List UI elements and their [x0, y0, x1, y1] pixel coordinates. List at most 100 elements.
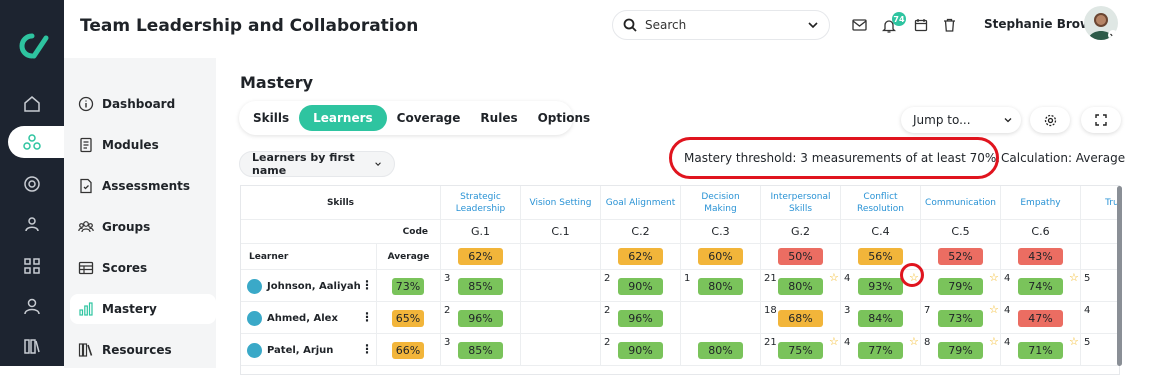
code-header: Code	[241, 220, 441, 244]
sidebar-item-mastery[interactable]: Mastery	[70, 294, 216, 324]
mastery-cell[interactable]	[521, 270, 601, 302]
skill-average-pill: 56%	[858, 248, 903, 265]
tab-learners[interactable]: Learners	[299, 105, 387, 131]
sidebar-item-resources[interactable]: Resources	[78, 335, 212, 365]
mastery-pill: 90%	[618, 278, 663, 295]
avatar-chevron-icon[interactable]	[1108, 30, 1118, 40]
tab-coverage[interactable]: Coverage	[387, 105, 471, 131]
measurement-count: 3	[844, 305, 851, 316]
skill-code: C.5	[921, 220, 1001, 244]
users-icon[interactable]	[20, 212, 44, 236]
user-icon[interactable]	[20, 294, 44, 318]
learner-name-text: Johnson, Aaliyah	[267, 281, 361, 292]
search-input[interactable]: Search	[612, 10, 830, 40]
grid-icon[interactable]	[20, 254, 44, 278]
user-name[interactable]: Stephanie Brown	[984, 17, 1100, 31]
row-menu-icon[interactable]: ⋮	[361, 310, 373, 324]
skill-header[interactable]: Decision Making	[681, 186, 761, 220]
jump-to-select[interactable]: Jump to...	[901, 107, 1021, 133]
star-icon: ☆	[829, 271, 839, 284]
measurement-count: 4	[844, 337, 851, 348]
calendar-icon[interactable]	[912, 16, 930, 34]
trash-icon[interactable]	[940, 16, 958, 34]
scrollbar[interactable]	[1117, 186, 1122, 366]
learner-sort-label: Learners by first name	[252, 151, 355, 177]
measurement-count: 1	[684, 273, 691, 284]
skill-code: G.2	[761, 220, 841, 244]
expand-icon	[1095, 114, 1107, 126]
fullscreen-button[interactable]	[1081, 107, 1121, 133]
chevron-down-icon[interactable]	[807, 19, 819, 31]
mastery-pill: 79%	[938, 342, 983, 359]
learner-avatar	[247, 343, 262, 358]
tab-rules[interactable]: Rules	[470, 105, 527, 131]
learner-name[interactable]: Johnson, Aaliyah	[247, 279, 361, 294]
mastery-pill: 71%	[1018, 342, 1063, 359]
star-icon: ☆	[1069, 271, 1079, 284]
skill-average-pill: 52%	[938, 248, 983, 265]
sidebar-item-dashboard[interactable]: Dashboard	[78, 89, 212, 119]
mastery-pill: 47%	[1018, 310, 1063, 327]
sidebar-item-groups[interactable]: Groups	[78, 212, 212, 242]
tab-bar: Skills Learners Coverage Rules Options	[239, 101, 590, 135]
row-menu-icon[interactable]: ⋮	[361, 342, 373, 356]
skill-header[interactable]: Strategic Leadership	[441, 186, 521, 220]
skill-header[interactable]: Goal Alignment	[601, 186, 681, 220]
skill-code: C.4	[841, 220, 921, 244]
measurement-count: 4	[844, 273, 851, 284]
mastery-pill: 96%	[458, 310, 503, 327]
skill-code: G.1	[441, 220, 521, 244]
learner-name[interactable]: Patel, Arjun	[247, 343, 333, 358]
skill-header[interactable]: Vision Setting	[521, 186, 601, 220]
sidebar-item-assessments[interactable]: Assessments	[78, 171, 212, 201]
tab-skills[interactable]: Skills	[243, 105, 299, 131]
skill-code: C.2	[601, 220, 681, 244]
mastery-pill: 74%	[1018, 278, 1063, 295]
mastery-pill: 80%	[698, 342, 743, 359]
learner-name[interactable]: Ahmed, Alex	[247, 311, 338, 326]
mastery-cell[interactable]	[521, 302, 601, 334]
skills-header: Skills	[241, 186, 441, 220]
app-logo[interactable]	[12, 30, 52, 62]
sidebar-item-modules[interactable]: Modules	[78, 130, 212, 160]
skill-average-cell	[521, 244, 601, 270]
home-icon[interactable]	[20, 92, 44, 116]
average-header: Average	[377, 244, 441, 270]
sidebar-item-label: Dashboard	[102, 97, 176, 111]
skill-code: C	[1081, 220, 1119, 244]
skill-header[interactable]: Conflict Resolution	[841, 186, 921, 220]
measurement-count: 4	[1004, 273, 1011, 284]
mastery-pill: 85%	[458, 278, 503, 295]
mastery-pill: 75%	[778, 342, 823, 359]
skill-header[interactable]: Trust B	[1081, 186, 1119, 220]
measurement-count: 18	[764, 305, 777, 316]
skill-header[interactable]: Empathy	[1001, 186, 1081, 220]
skill-header[interactable]: Interpersonal Skills	[761, 186, 841, 220]
target-icon[interactable]	[20, 172, 44, 196]
mail-icon[interactable]	[850, 16, 868, 34]
skill-header[interactable]: Communication	[921, 186, 1001, 220]
row-menu-icon[interactable]: ⋮	[361, 278, 373, 292]
mastery-cell[interactable]	[521, 334, 601, 366]
settings-button[interactable]	[1030, 107, 1070, 133]
skill-average-cell	[1081, 244, 1119, 270]
library-icon[interactable]	[20, 334, 44, 358]
measurement-count: 7	[924, 305, 931, 316]
learner-name-text: Ahmed, Alex	[267, 313, 338, 324]
sidebar-item-label: Resources	[102, 343, 172, 357]
learner-avatar	[247, 311, 262, 326]
measurement-count: 2	[444, 305, 451, 316]
measurement-count: 4	[1004, 337, 1011, 348]
measurement-count: 4	[1004, 305, 1011, 316]
tab-options[interactable]: Options	[528, 105, 601, 131]
learner-sort-select[interactable]: Learners by first name	[239, 151, 395, 177]
avatar[interactable]	[1084, 6, 1118, 40]
star-icon: ☆	[829, 335, 839, 348]
sidebar-item-scores[interactable]: Scores	[78, 253, 212, 283]
mastery-pill: 68%	[778, 310, 823, 327]
mastery-cell[interactable]	[681, 302, 761, 334]
learner-average-pill: 65%	[392, 310, 424, 327]
star-icon: ☆	[1069, 335, 1079, 348]
network-icon[interactable]	[20, 130, 44, 154]
mastery-pill: 80%	[698, 278, 743, 295]
